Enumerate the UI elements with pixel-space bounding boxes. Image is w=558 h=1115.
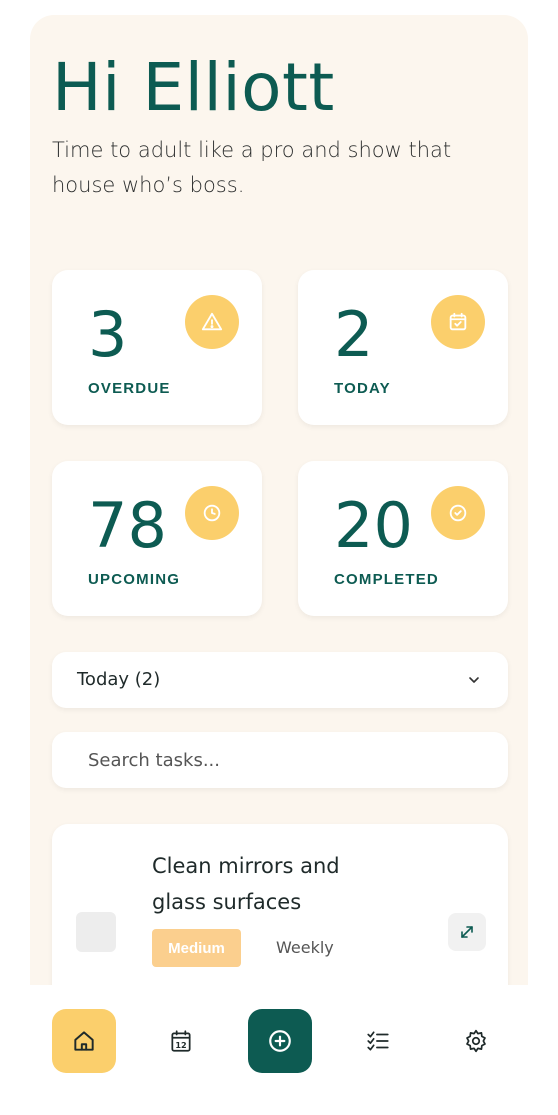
stat-card-today[interactable]: 2 TODAY [298, 270, 508, 425]
warning-icon [185, 295, 239, 349]
priority-badge: Medium [152, 929, 241, 967]
search-input[interactable] [52, 732, 508, 788]
clock-icon [185, 486, 239, 540]
stat-card-completed[interactable]: 20 COMPLETED [298, 461, 508, 616]
nav-home[interactable] [52, 1009, 116, 1073]
checklist-icon [367, 1031, 389, 1051]
frequency-label: Weekly [276, 938, 334, 957]
task-title: Clean mirrors and glass surfaces [152, 854, 340, 914]
stat-card-upcoming[interactable]: 78 UPCOMING [52, 461, 262, 616]
stat-value: 78 [88, 489, 167, 562]
expand-icon [461, 926, 473, 938]
nav-tasks[interactable] [346, 1009, 410, 1073]
check-circle-icon [431, 486, 485, 540]
nav-add-task[interactable] [248, 1009, 312, 1073]
home-icon [74, 1031, 94, 1051]
stat-label: COMPLETED [334, 571, 439, 588]
stat-value: 20 [334, 489, 413, 562]
bottom-nav: 12 [30, 985, 528, 1115]
add-icon [269, 1030, 291, 1052]
settings-icon [466, 1029, 486, 1053]
stat-card-overdue[interactable]: 3 OVERDUE [52, 270, 262, 425]
nav-calendar[interactable]: 12 [149, 1009, 213, 1073]
expand-button[interactable] [448, 913, 486, 951]
chevron-down-icon [469, 677, 479, 683]
calendar-check-icon [431, 295, 485, 349]
task-filter-selected: Today (2) [77, 669, 161, 690]
greeting-subtitle: Time to adult like a pro and show that h… [52, 138, 452, 197]
calendar-icon: 12 [171, 1030, 191, 1052]
task-filter-dropdown[interactable]: Today (2) [52, 652, 508, 708]
dashboard-panel: Hi Elliott Time to adult like a pro and … [30, 15, 528, 1115]
svg-text:12: 12 [175, 1040, 186, 1050]
stat-value: 3 [88, 298, 128, 371]
task-checkbox[interactable] [76, 912, 116, 952]
search-box [52, 732, 508, 788]
greeting-title: Hi Elliott [52, 49, 335, 126]
stat-label: OVERDUE [88, 380, 171, 397]
stat-value: 2 [334, 298, 374, 371]
nav-settings[interactable] [444, 1009, 508, 1073]
stat-label: TODAY [334, 380, 391, 397]
stat-label: UPCOMING [88, 571, 181, 588]
